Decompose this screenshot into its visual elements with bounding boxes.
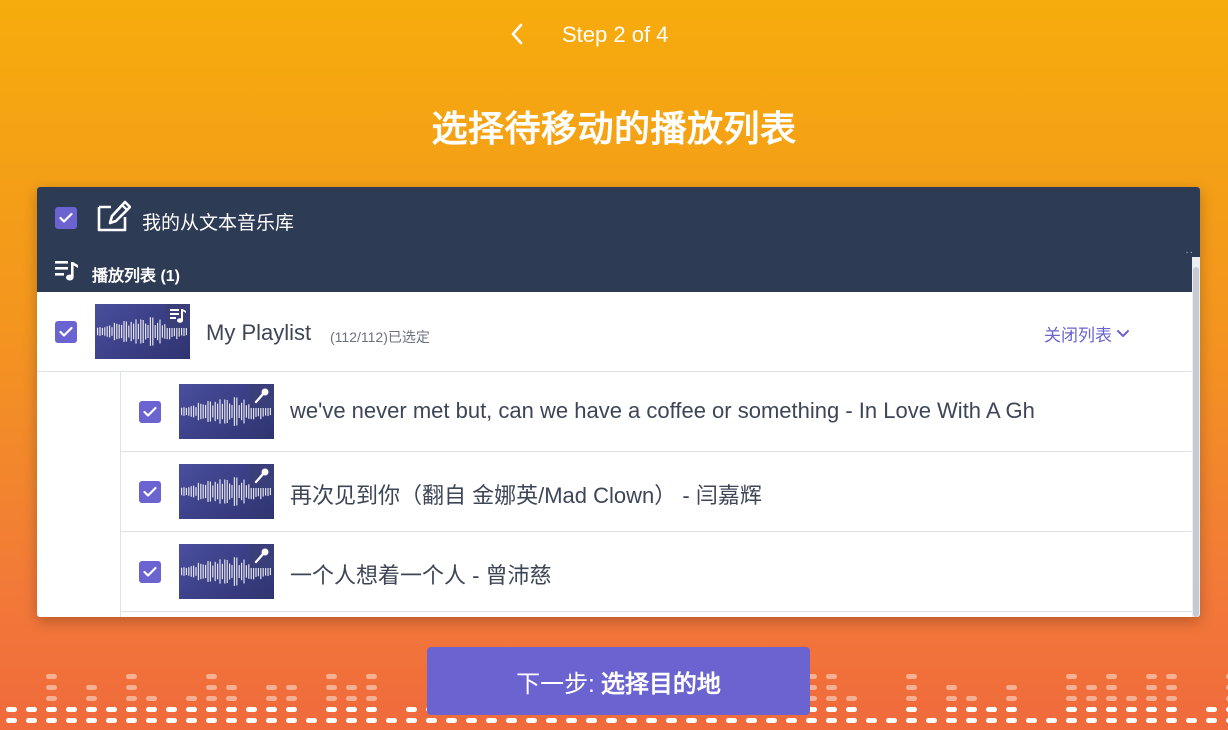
back-button[interactable] (503, 20, 531, 48)
checkmark-icon (143, 406, 157, 417)
microphone-icon (250, 544, 274, 568)
track-row[interactable]: 一个人想着一个人 - 曾沛慈 (121, 532, 1192, 612)
track-list: we've never met but, can we have a coffe… (120, 372, 1192, 617)
library-checkbox[interactable] (55, 207, 77, 229)
step-indicator: Step 2 of 4 (562, 22, 669, 47)
chevron-down-icon (1117, 329, 1129, 337)
next-step-button[interactable]: 下一步: 选择目的地 (427, 647, 810, 715)
track-thumbnail (179, 544, 274, 599)
track-row[interactable]: 再次见到你（翻自 金娜英/Mad Clown） - 闫嘉辉 (121, 452, 1192, 532)
playlist-icon (166, 304, 190, 328)
playlist-selection-panel: 我的从文本音乐库 播放列表 (1) ·· My Playlist (112/11… (37, 187, 1200, 617)
track-row[interactable]: we've never met but, can we have a coffe… (121, 372, 1192, 452)
track-title: 一个人想着一个人 - 曾沛慈 (290, 563, 552, 588)
next-step-action: 选择目的地 (600, 670, 721, 698)
library-header: 我的从文本音乐库 播放列表 (1) ·· (37, 187, 1200, 292)
checkmark-icon (143, 566, 157, 577)
playlists-section-label: 播放列表 (1) (92, 268, 181, 285)
playlist-icon (55, 261, 78, 281)
scrollbar[interactable] (1192, 257, 1200, 617)
library-name: 我的从文本音乐库 (142, 213, 295, 234)
playlist-thumbnail (95, 304, 190, 359)
track-checkbox[interactable] (139, 401, 161, 423)
track-thumbnail (179, 464, 274, 519)
step-navigation: Step 2 of 4 (0, 18, 1228, 52)
track-title: we've never met but, can we have a coffe… (290, 398, 1035, 423)
track-thumbnail (179, 384, 274, 439)
checkmark-icon (59, 326, 73, 337)
edit-document-icon (97, 200, 131, 232)
next-step-prefix: 下一步: (516, 670, 595, 698)
checkmark-icon (59, 212, 73, 223)
close-list-label: 关闭列表 (1044, 326, 1112, 345)
playlist-name: My Playlist (206, 320, 312, 345)
page-title: 选择待移动的播放列表 (431, 108, 797, 149)
track-checkbox[interactable] (139, 561, 161, 583)
playlist-checkbox[interactable] (55, 321, 77, 343)
checkmark-icon (143, 486, 157, 497)
scrollbar-thumb[interactable] (1193, 267, 1199, 617)
close-list-toggle[interactable]: 关闭列表 (1044, 321, 1130, 346)
playlist-selected-count: (112/112)已选定 (330, 329, 430, 345)
microphone-icon (250, 384, 274, 408)
track-checkbox[interactable] (139, 481, 161, 503)
playlist-list[interactable]: My Playlist (112/112)已选定 关闭列表 we've neve… (37, 292, 1192, 617)
microphone-icon (250, 464, 274, 488)
track-title: 再次见到你（翻自 金娜英/Mad Clown） - 闫嘉辉 (290, 483, 762, 508)
playlist-row[interactable]: My Playlist (112/112)已选定 关闭列表 (37, 292, 1192, 372)
chevron-left-icon (511, 23, 523, 45)
